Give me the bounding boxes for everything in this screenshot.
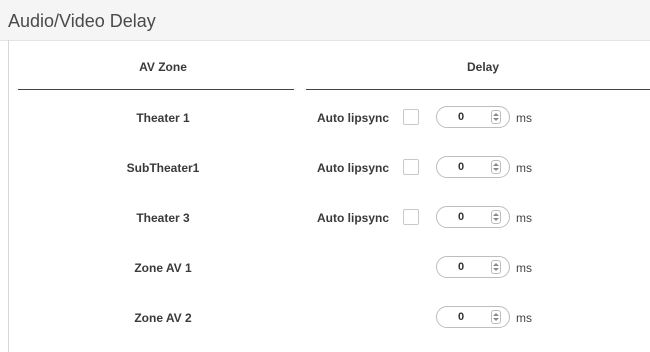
zone-name: Zone AV 1 bbox=[134, 261, 192, 275]
spin-arrows-icon[interactable] bbox=[491, 210, 501, 224]
table-row: Theater 1 Auto lipsync 0 ms bbox=[0, 106, 650, 130]
zone-name: Theater 3 bbox=[136, 211, 190, 225]
zone-name: SubTheater1 bbox=[126, 161, 200, 175]
delay-value[interactable]: 0 bbox=[437, 311, 485, 323]
spin-arrows-icon[interactable] bbox=[491, 260, 501, 274]
zone-name: Zone AV 2 bbox=[134, 311, 192, 325]
spin-arrows-icon[interactable] bbox=[491, 110, 501, 124]
header-divider-zone bbox=[18, 89, 294, 90]
delay-spinner[interactable]: 0 bbox=[436, 156, 510, 178]
auto-lipsync-label: Auto lipsync bbox=[317, 111, 390, 125]
spin-down-icon[interactable] bbox=[493, 318, 499, 321]
spin-arrows-icon[interactable] bbox=[491, 160, 501, 174]
spin-down-icon[interactable] bbox=[493, 268, 499, 271]
table-row: Zone AV 1 0 ms bbox=[0, 256, 650, 280]
delay-spinner[interactable]: 0 bbox=[436, 256, 510, 278]
spin-up-icon[interactable] bbox=[493, 213, 499, 216]
table-row: Theater 3 Auto lipsync 0 ms bbox=[0, 206, 650, 230]
delay-spinner[interactable]: 0 bbox=[436, 106, 510, 128]
spin-arrows-icon[interactable] bbox=[491, 310, 501, 324]
header-divider-delay bbox=[306, 89, 650, 90]
spin-up-icon[interactable] bbox=[493, 163, 499, 166]
column-header-delay: Delay bbox=[466, 60, 500, 74]
spin-up-icon[interactable] bbox=[493, 313, 499, 316]
table-row: SubTheater1 Auto lipsync 0 ms bbox=[0, 156, 650, 180]
delay-value[interactable]: 0 bbox=[437, 161, 485, 173]
panel-title: Audio/Video Delay bbox=[8, 11, 156, 31]
unit-label: ms bbox=[516, 261, 532, 275]
unit-label: ms bbox=[516, 211, 532, 225]
delay-value[interactable]: 0 bbox=[437, 261, 485, 273]
unit-label: ms bbox=[516, 111, 532, 125]
auto-lipsync-checkbox[interactable] bbox=[403, 159, 419, 175]
spin-down-icon[interactable] bbox=[493, 118, 499, 121]
zone-name: Theater 1 bbox=[136, 111, 190, 125]
delay-value[interactable]: 0 bbox=[437, 111, 485, 123]
auto-lipsync-checkbox[interactable] bbox=[403, 209, 419, 225]
unit-label: ms bbox=[516, 311, 532, 325]
spin-up-icon[interactable] bbox=[493, 263, 499, 266]
delay-value[interactable]: 0 bbox=[437, 211, 485, 223]
column-header-av-zone: AV Zone bbox=[139, 60, 187, 74]
spin-down-icon[interactable] bbox=[493, 218, 499, 221]
auto-lipsync-checkbox[interactable] bbox=[403, 109, 419, 125]
auto-lipsync-label: Auto lipsync bbox=[317, 161, 390, 175]
spin-down-icon[interactable] bbox=[493, 168, 499, 171]
unit-label: ms bbox=[516, 161, 532, 175]
auto-lipsync-label: Auto lipsync bbox=[317, 211, 390, 225]
delay-spinner[interactable]: 0 bbox=[436, 206, 510, 228]
table-row: Zone AV 2 0 ms bbox=[0, 306, 650, 330]
delay-spinner[interactable]: 0 bbox=[436, 306, 510, 328]
spin-up-icon[interactable] bbox=[493, 113, 499, 116]
panel-title-bar: Audio/Video Delay bbox=[0, 0, 650, 41]
